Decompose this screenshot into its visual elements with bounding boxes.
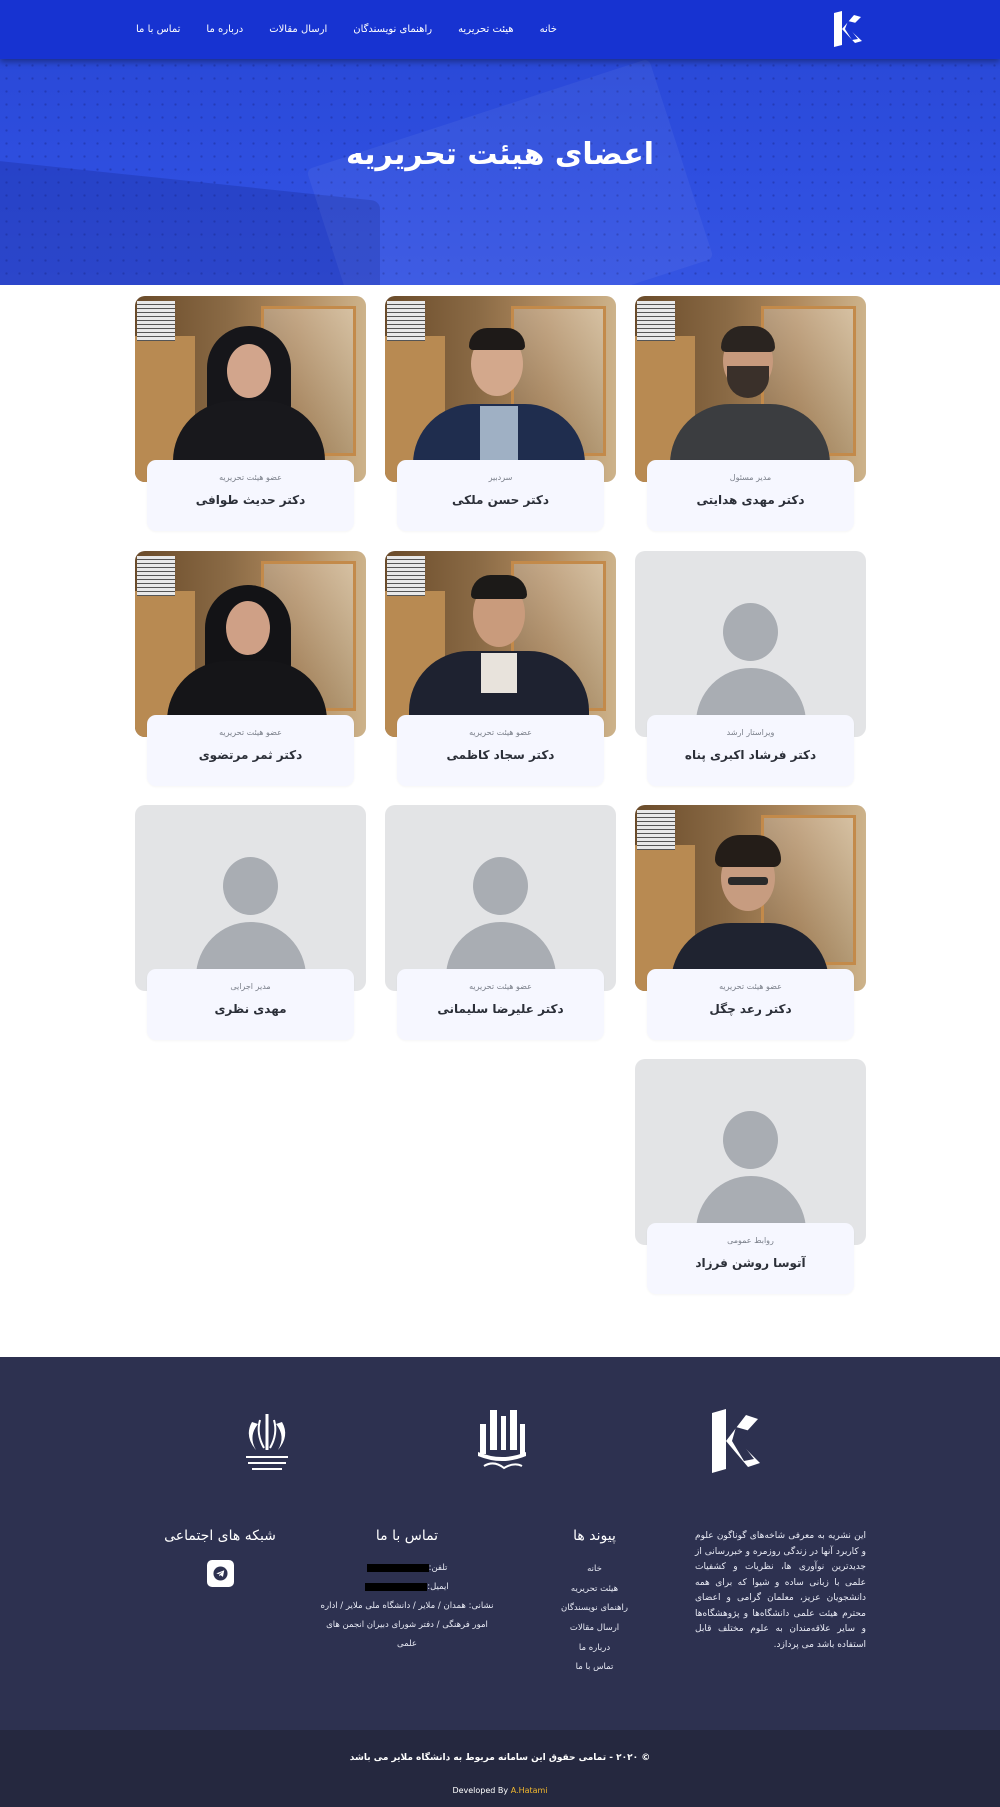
member-card: عضو هیئت تحریریه دکتر علیرضا سلیمانی: [385, 805, 616, 1040]
avatar-placeholder-icon: [473, 857, 528, 915]
member-info: عضو هیئت تحریریه دکتر رعد چگل: [647, 969, 854, 1040]
footer-bottom-bar: [0, 1730, 1000, 1807]
member-photo-placeholder: [635, 551, 866, 737]
phone-label: تلفن:: [428, 1563, 448, 1573]
nav-contact-link[interactable]: تماس با ما: [136, 24, 180, 35]
member-photo: [135, 296, 366, 482]
member-card: مدیر اجرایی مهدی نظری: [135, 805, 366, 1040]
member-role: ویراستار ارشد: [726, 728, 775, 737]
member-photo-placeholder: [635, 1059, 866, 1245]
developer-name-link[interactable]: A.Hatami: [511, 1786, 548, 1795]
member-name: دکتر رعد چگل: [709, 1002, 792, 1016]
member-name: دکتر علیرضا سلیمانی: [437, 1002, 564, 1016]
member-card: سردبیر دکتر حسن ملکی: [385, 296, 616, 531]
footer-about-text: این نشریه به معرفی شاخه‌های گوناگون علوم…: [695, 1531, 866, 1650]
member-role: عضو هیئت تحریریه: [219, 728, 282, 737]
member-photo: [135, 551, 366, 737]
developer-prefix: Developed By: [452, 1786, 509, 1795]
nav-about-link[interactable]: درباره ما: [206, 24, 243, 35]
member-photo: [635, 805, 866, 991]
footer-contact-title: تماس با ما: [375, 1528, 439, 1544]
developer-credit: Developed By A.Hatami: [0, 1786, 1000, 1795]
ministry-emblem-icon: [246, 1414, 288, 1470]
member-info: مدیر اجرایی مهدی نظری: [147, 969, 354, 1040]
redacted-email: [365, 1582, 428, 1591]
redacted-phone: [366, 1563, 429, 1572]
footer-link-about[interactable]: درباره ما: [547, 1639, 642, 1659]
member-name: دکتر مهدی هدایتی: [696, 493, 805, 507]
footer-link-submit-articles[interactable]: ارسال مقالات: [547, 1619, 642, 1639]
member-photo-placeholder: [385, 805, 616, 991]
member-info: عضو هیئت تحریریه دکتر سجاد کاظمی: [397, 715, 604, 786]
member-card: روابط عمومی آتوسا روشن فرزاد: [635, 1059, 866, 1294]
member-role: عضو هیئت تحریریه: [469, 728, 532, 737]
member-role: سردبیر: [488, 473, 513, 482]
top-navbar: خانه هیئت تحریریه راهنمای نویسندگان ارسا…: [0, 0, 1000, 59]
member-info: عضو هیئت تحریریه دکتر ثمر مرتضوی: [147, 715, 354, 786]
footer-link-author-guide[interactable]: راهنمای نویسندگان: [547, 1599, 642, 1619]
avatar-placeholder-icon: [723, 603, 778, 661]
member-role: مدیر مسئول: [729, 473, 772, 482]
member-info: عضو هیئت تحریریه دکتر حدیث طوافی: [147, 460, 354, 531]
member-name: دکتر فرشاد اکبری پناه: [684, 748, 817, 762]
footer-link-contact[interactable]: تماس با ما: [547, 1658, 642, 1678]
telegram-button[interactable]: [207, 1560, 234, 1587]
member-name: آتوسا روشن فرزاد: [695, 1256, 806, 1270]
member-name: دکتر حسن ملکی: [452, 493, 549, 507]
footer-link-home[interactable]: خانه: [547, 1560, 642, 1580]
member-card: عضو هیئت تحریریه دکتر ثمر مرتضوی: [135, 551, 366, 786]
footer-contact-info: تلفن: ایمیل: نشانی: همدان / ملایر / دانش…: [318, 1559, 496, 1654]
contact-email: ایمیل:: [318, 1578, 496, 1597]
member-role: عضو هیئت تحریریه: [219, 473, 282, 482]
telegram-icon: [213, 1566, 228, 1581]
nav-home-link[interactable]: خانه: [540, 24, 557, 35]
member-photo: [635, 296, 866, 482]
member-photo: [385, 551, 616, 737]
member-info: مدیر مسئول دکتر مهدی هدایتی: [647, 460, 854, 531]
member-name: دکتر حدیث طوافی: [195, 493, 306, 507]
member-info: عضو هیئت تحریریه دکتر علیرضا سلیمانی: [397, 969, 604, 1040]
avatar-placeholder-icon: [723, 1111, 778, 1169]
member-card: ویراستار ارشد دکتر فرشاد اکبری پناه: [635, 551, 866, 786]
page-hero-banner: اعضای هیئت تحریریه: [0, 59, 1000, 285]
member-card: عضو هیئت تحریریه دکتر رعد چگل: [635, 805, 866, 1040]
member-name: دکتر سجاد کاظمی: [446, 748, 555, 762]
page-title: اعضای هیئت تحریریه: [346, 137, 654, 172]
member-photo-placeholder: [135, 805, 366, 991]
email-label: ایمیل:: [427, 1582, 449, 1592]
member-role: عضو هیئت تحریریه: [719, 982, 782, 991]
footer-social-title: شبکه های اجتماعی: [164, 1528, 276, 1544]
member-card: عضو هیئت تحریریه دکتر حدیث طوافی: [135, 296, 366, 531]
member-role: روابط عمومی: [727, 1236, 774, 1245]
footer-links-list: خانه هیئت تحریریه راهنمای نویسندگان ارسا…: [547, 1560, 642, 1678]
copyright-text: © ۲۰۲۰ - تمامی حقوق این سامانه مربوط به …: [349, 1753, 651, 1763]
member-name: دکتر ثمر مرتضوی: [198, 748, 303, 762]
contact-address: نشانی: همدان / ملایر / دانشگاه ملی ملایر…: [320, 1601, 494, 1649]
nav-author-guide-link[interactable]: راهنمای نویسندگان: [353, 24, 432, 35]
journal-logo-icon[interactable]: [828, 9, 868, 49]
member-card: مدیر مسئول دکتر مهدی هدایتی: [635, 296, 866, 531]
member-photo: [385, 296, 616, 482]
malayer-university-logo-icon: [478, 1410, 526, 1470]
member-name: مهدی نظری: [214, 1002, 287, 1016]
member-card: عضو هیئت تحریریه دکتر سجاد کاظمی: [385, 551, 616, 786]
member-info: روابط عمومی آتوسا روشن فرزاد: [647, 1223, 854, 1294]
nav-menu: خانه هیئت تحریریه راهنمای نویسندگان ارسا…: [136, 0, 557, 59]
nav-editorial-board-link[interactable]: هیئت تحریریه: [458, 24, 514, 35]
contact-phone: تلفن:: [318, 1559, 496, 1578]
member-info: ویراستار ارشد دکتر فرشاد اکبری پناه: [647, 715, 854, 786]
member-role: عضو هیئت تحریریه: [469, 982, 532, 991]
member-role: مدیر اجرایی: [230, 982, 271, 991]
avatar-placeholder-icon: [223, 857, 278, 915]
footer-link-editorial-board[interactable]: هیئت تحریریه: [547, 1580, 642, 1600]
journal-logo-icon: [712, 1409, 760, 1473]
footer-links-title: پیوند ها: [573, 1528, 616, 1544]
member-info: سردبیر دکتر حسن ملکی: [397, 460, 604, 531]
nav-submit-articles-link[interactable]: ارسال مقالات: [269, 24, 327, 35]
